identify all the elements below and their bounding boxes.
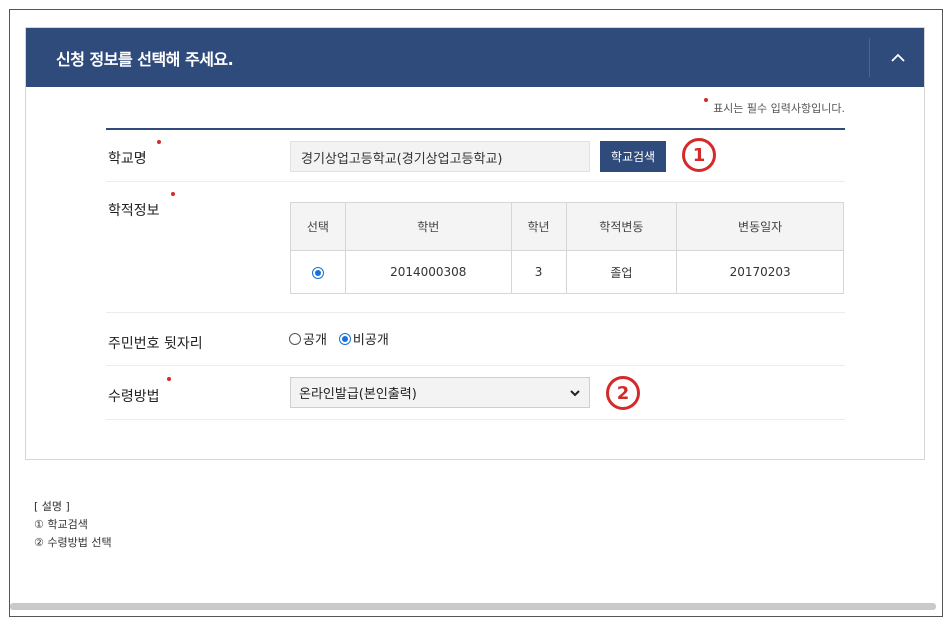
required-note: 표시는 필수 입력사항입니다.	[704, 98, 845, 116]
column-header-status: 학적변동	[565, 202, 678, 251]
school-search-button[interactable]: 학교검색	[600, 141, 666, 172]
horizontal-scrollbar[interactable]	[10, 603, 936, 610]
description-item-2: ② 수령방법 선택	[34, 536, 112, 549]
records-table: 선택 학번 학년 학적변동 변동일자 2014000308 3 졸업 20170…	[290, 202, 844, 294]
id-suffix-options: 공개 비공개	[289, 329, 401, 348]
required-dot-icon	[167, 377, 171, 381]
application-info-panel: 신청 정보를 선택해 주세요. 표시는 필수 입력사항입니다. 학교명 경기상업…	[25, 27, 925, 460]
required-dot-icon	[157, 140, 161, 144]
date-cell: 20170203	[676, 250, 844, 294]
id-suffix-label: 주민번호 뒷자리	[108, 336, 203, 352]
receive-method-row: 수령방법 온라인발급(본인출력) 2	[106, 366, 845, 420]
option-private[interactable]: 비공개	[338, 329, 389, 348]
student-no-cell: 2014000308	[344, 250, 512, 294]
select-cell	[290, 250, 346, 294]
required-note-text: 표시는 필수 입력사항입니다.	[713, 102, 845, 115]
public-radio[interactable]	[289, 332, 301, 345]
record-select-radio[interactable]	[311, 266, 324, 279]
table-header-row: 선택 학번 학년 학적변동 변동일자	[290, 202, 844, 251]
option-private-label: 비공개	[352, 333, 389, 348]
receive-method-value: 온라인발급(본인출력)	[299, 387, 417, 402]
description-item-1: ① 학교검색	[34, 518, 88, 531]
collapse-button[interactable]	[870, 28, 926, 87]
option-public-label: 공개	[303, 333, 327, 348]
records-row: 학적정보 선택 학번 학년 학적변동 변동일자 2014000308 3 졸업 …	[106, 182, 845, 313]
option-public[interactable]: 공개	[289, 329, 327, 348]
description: [ 설명 ] ① 학교검색 ② 수령방법 선택	[34, 498, 112, 552]
school-name-field[interactable]: 경기상업고등학교(경기상업고등학교)	[290, 141, 590, 172]
required-dot-icon	[171, 192, 175, 196]
table-row[interactable]: 2014000308 3 졸업 20170203	[290, 250, 844, 294]
column-header-select: 선택	[290, 202, 346, 251]
description-heading: [ 설명 ]	[34, 500, 70, 513]
required-dot-icon	[704, 98, 709, 102]
school-label: 학교명	[108, 151, 147, 167]
chevron-up-icon	[891, 53, 905, 62]
column-header-grade: 학년	[510, 202, 567, 251]
private-radio[interactable]	[338, 332, 351, 345]
panel-header: 신청 정보를 선택해 주세요.	[26, 28, 924, 87]
callout-1: 1	[682, 138, 716, 172]
panel-title: 신청 정보를 선택해 주세요.	[56, 50, 234, 69]
receive-method-select[interactable]: 온라인발급(본인출력)	[290, 377, 590, 408]
column-header-student-no: 학번	[344, 202, 512, 251]
status-cell: 졸업	[565, 250, 678, 294]
column-header-date: 변동일자	[676, 202, 844, 251]
chevron-down-icon	[570, 389, 580, 396]
receive-method-label: 수령방법	[108, 389, 160, 405]
callout-2: 2	[606, 376, 640, 410]
school-row: 학교명 경기상업고등학교(경기상업고등학교) 학교검색 1	[106, 130, 845, 182]
id-suffix-row: 주민번호 뒷자리 공개 비공개	[106, 313, 845, 366]
grade-cell: 3	[510, 250, 567, 294]
application-form: 학교명 경기상업고등학교(경기상업고등학교) 학교검색 1 학적정보 선택 학번…	[106, 128, 845, 420]
records-label: 학적정보	[108, 203, 160, 219]
